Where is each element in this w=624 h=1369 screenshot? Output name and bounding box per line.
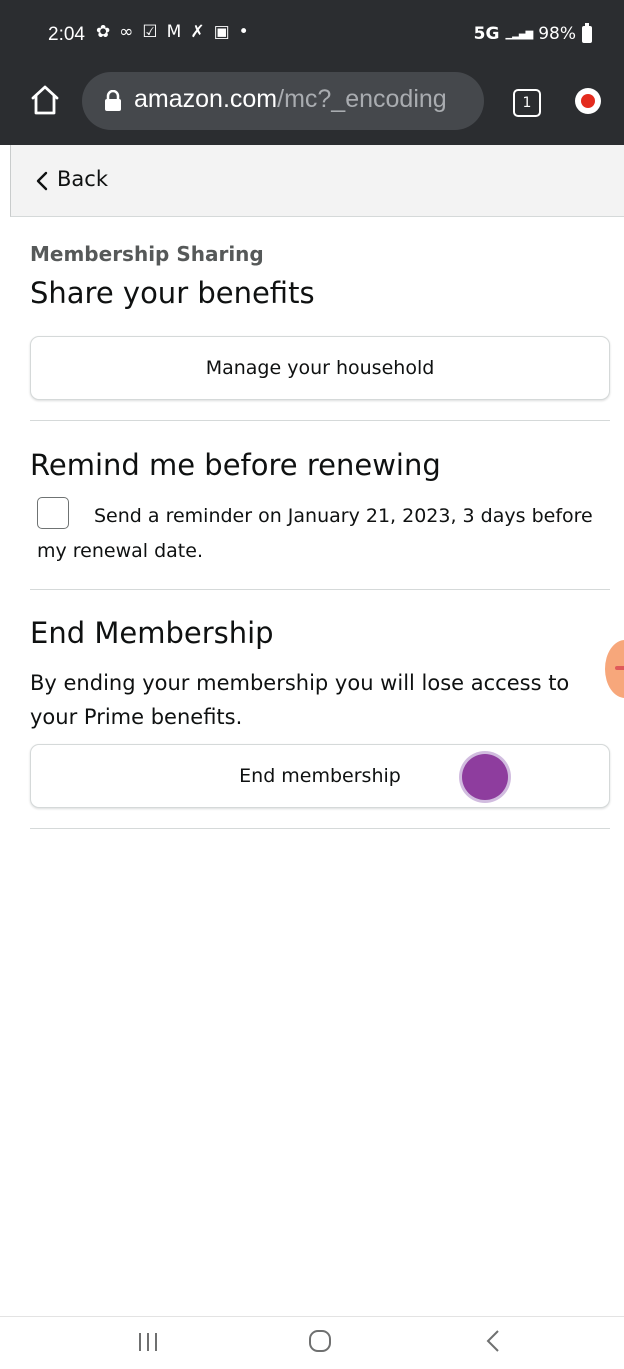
battery-label: 98% bbox=[538, 24, 576, 44]
settings-icon: ✿ bbox=[96, 22, 111, 42]
divider bbox=[30, 420, 610, 421]
notification-icons: ✿ ∞ ☑ M ✗ ▣ • bbox=[96, 22, 249, 42]
battery-icon bbox=[582, 22, 592, 43]
network-label: 5G bbox=[473, 24, 500, 44]
section-kicker: Membership Sharing bbox=[30, 242, 264, 266]
extension-icon[interactable] bbox=[575, 88, 601, 114]
url-host: amazon.com bbox=[134, 85, 278, 113]
end-membership-description: By ending your membership you will lose … bbox=[30, 671, 570, 729]
status-time: 2:04 bbox=[48, 24, 85, 45]
status-right: 5G ▁▂▄▆ 98% bbox=[473, 22, 592, 44]
reminder-title: Remind me before renewing bbox=[30, 448, 441, 482]
end-membership-button[interactable]: End membership bbox=[30, 744, 610, 808]
gallery-icon: ▣ bbox=[213, 22, 230, 42]
address-bar[interactable]: amazon.com/mc?_encoding bbox=[82, 72, 484, 130]
system-nav-bar bbox=[0, 1316, 624, 1369]
reminder-checkbox-label[interactable]: Send a reminder on January 21, 2023, 3 d… bbox=[37, 499, 597, 569]
chevron-left-icon bbox=[36, 171, 48, 191]
voicemail-icon: ∞ bbox=[119, 22, 134, 42]
url-path: /mc?_encoding bbox=[277, 85, 447, 113]
url-text: amazon.com/mc?_encoding bbox=[134, 85, 447, 114]
dot-icon: • bbox=[238, 22, 249, 42]
missed-call-icon: ✗ bbox=[190, 22, 205, 42]
divider bbox=[30, 589, 610, 590]
lock-icon bbox=[105, 90, 121, 111]
gmail-icon: M bbox=[166, 22, 182, 42]
signal-icon: ▁▂▄▆ bbox=[505, 28, 533, 40]
browser-chrome: 2:04 ✿ ∞ ☑ M ✗ ▣ • 5G ▁▂▄▆ 98% amazon.co… bbox=[0, 0, 624, 145]
touch-indicator bbox=[462, 754, 508, 800]
home-circle-icon[interactable] bbox=[308, 1329, 332, 1353]
status-bar: 2:04 ✿ ∞ ☑ M ✗ ▣ • 5G ▁▂▄▆ 98% bbox=[0, 0, 624, 70]
home-icon[interactable] bbox=[30, 84, 60, 116]
back-bar[interactable]: Back bbox=[10, 145, 624, 217]
back-link[interactable]: Back bbox=[57, 167, 108, 191]
check-box-icon: ☑ bbox=[142, 22, 158, 42]
divider bbox=[30, 828, 610, 829]
end-membership-title: End Membership bbox=[30, 616, 274, 650]
url-row: amazon.com/mc?_encoding 1 bbox=[0, 70, 624, 145]
tab-switcher-icon[interactable]: 1 bbox=[513, 89, 541, 117]
sharing-title: Share your benefits bbox=[30, 276, 315, 310]
back-arrow-icon[interactable] bbox=[486, 1329, 500, 1353]
manage-household-button[interactable]: Manage your household bbox=[30, 336, 610, 400]
recents-icon[interactable] bbox=[136, 1331, 160, 1353]
